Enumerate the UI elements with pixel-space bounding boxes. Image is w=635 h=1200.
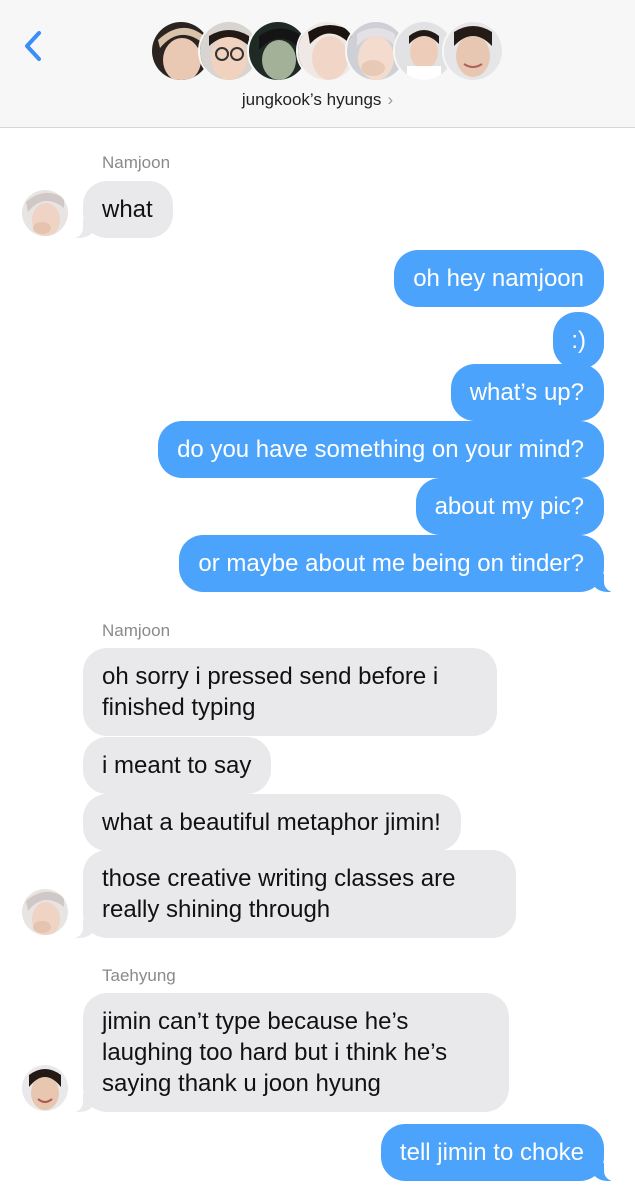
sender-name: Namjoon bbox=[102, 153, 171, 172]
message-text: what bbox=[102, 196, 153, 223]
message-text: tell jimin to choke bbox=[399, 1139, 584, 1166]
message-bubble[interactable]: those creative writing classes are reall… bbox=[72, 850, 516, 938]
message-text: :) bbox=[571, 327, 586, 354]
message-bubble[interactable]: or maybe about me being on tinder? bbox=[179, 535, 615, 592]
message-bubble[interactable]: oh sorry i pressed send before i finishe… bbox=[83, 648, 497, 736]
conversation-header: jungkook’s hyungs › bbox=[0, 0, 635, 128]
message-text: what a beautiful metaphor jimin! bbox=[102, 809, 441, 836]
message-bubble[interactable]: i meant to say bbox=[83, 737, 272, 794]
message-text: oh hey namjoon bbox=[413, 265, 584, 292]
message-text: or maybe about me being on tinder? bbox=[198, 550, 584, 577]
chevron-right-icon: › bbox=[387, 90, 394, 109]
participant-avatar[interactable] bbox=[442, 20, 504, 82]
sender-avatar bbox=[22, 889, 68, 935]
message-bubble[interactable]: about my pic? bbox=[415, 478, 604, 535]
message-text: what’s up? bbox=[469, 379, 584, 406]
back-button[interactable] bbox=[20, 26, 54, 66]
sender-avatar bbox=[22, 190, 68, 236]
message-text: about my pic? bbox=[434, 493, 584, 520]
group-name: jungkook’s hyungs bbox=[241, 90, 382, 109]
sender-name: Taehyung bbox=[102, 966, 176, 985]
message-bubble[interactable]: jimin can’t type because he’s laughing t… bbox=[72, 993, 509, 1112]
message-bubble[interactable]: what a beautiful metaphor jimin! bbox=[83, 794, 461, 851]
message-text: do you have something on your mind? bbox=[177, 436, 584, 463]
message-text: oh sorry i pressed send before i finishe… bbox=[102, 663, 439, 721]
message-bubble[interactable]: tell jimin to choke bbox=[380, 1124, 616, 1181]
group-name-button[interactable]: jungkook’s hyungs › bbox=[0, 90, 635, 110]
message-text: jimin can’t type because he’s laughing t… bbox=[102, 1008, 448, 1097]
chevron-left-icon bbox=[25, 31, 41, 61]
sender-avatar bbox=[22, 1065, 68, 1111]
message-text: those creative writing classes are reall… bbox=[102, 865, 456, 923]
message-text: i meant to say bbox=[102, 752, 252, 779]
message-bubble[interactable]: what’s up? bbox=[450, 364, 604, 421]
message-bubble[interactable]: oh hey namjoon bbox=[394, 250, 604, 307]
message-bubble[interactable]: do you have something on your mind? bbox=[158, 421, 604, 478]
message-bubble[interactable]: what bbox=[72, 181, 173, 238]
message-bubble[interactable]: :) bbox=[553, 312, 604, 369]
sender-name: Namjoon bbox=[102, 621, 171, 640]
